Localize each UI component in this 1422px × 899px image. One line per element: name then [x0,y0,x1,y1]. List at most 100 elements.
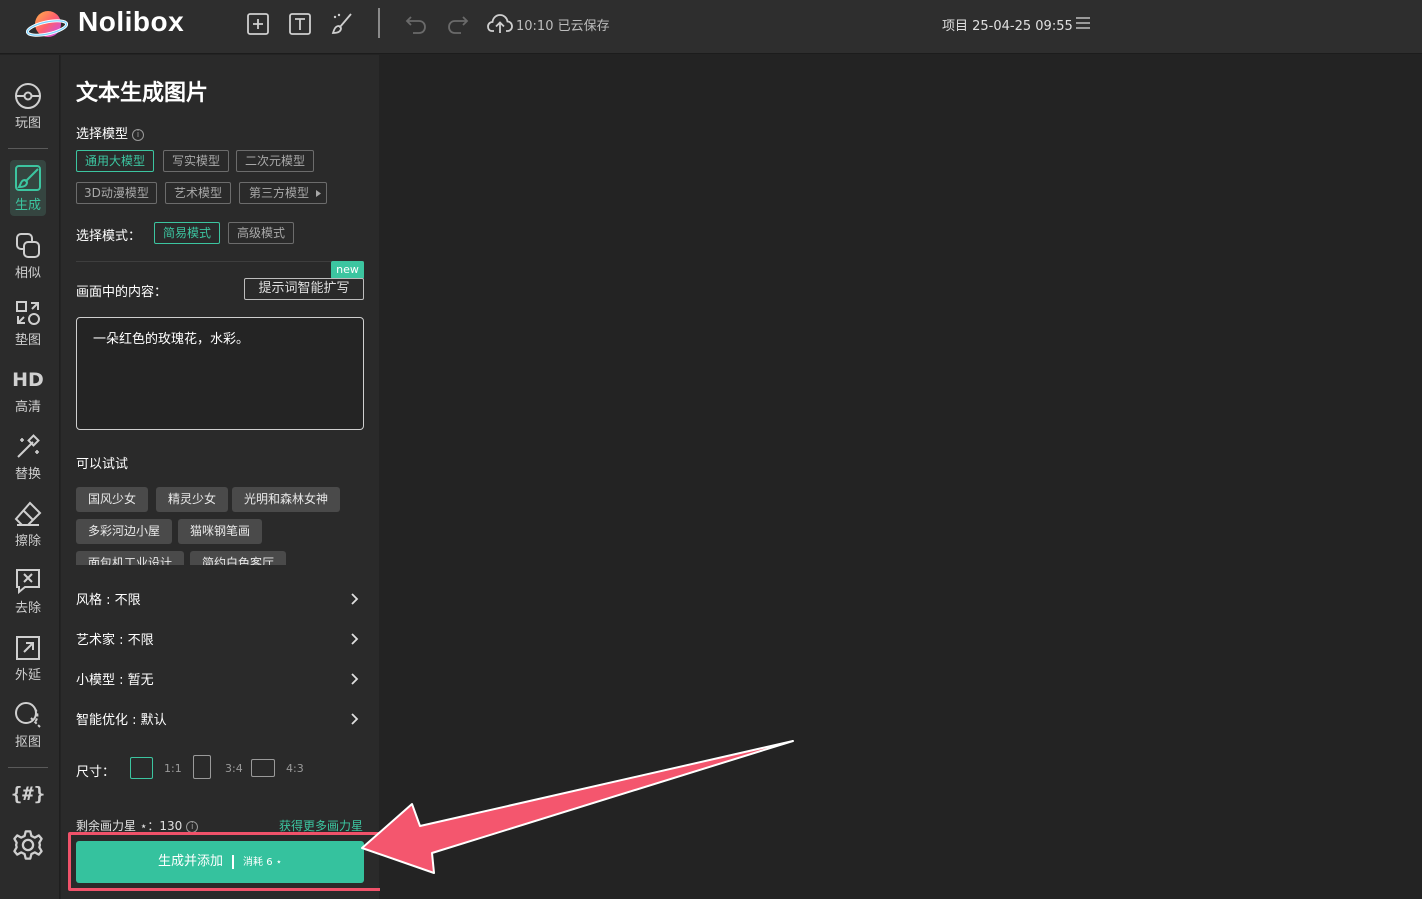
generate-label: 生成并添加 [158,854,224,869]
chevron-right-icon [351,673,359,685]
artist-row[interactable]: 艺术家 : 不限 [76,629,364,651]
artist-label: 艺术家 : 不限 [76,633,154,648]
add-text-icon[interactable] [287,11,313,37]
top-bar: Nolibox 10:10 已云保存 项目 25-04-25 09:55 [0,0,1422,54]
hd-icon: HD [12,369,44,391]
model-section-label: 选择模型 i [76,123,145,142]
redo-icon[interactable] [445,11,471,37]
tool-nav: 玩图 生成 相似 垫图 HD 高清 替换 擦除 去除 外延 抠图 {#} [0,55,60,899]
suggestion-chip[interactable]: 猫咪钢笔画 [178,519,262,544]
suggestion-chip[interactable]: 简约白色客厅 [190,551,286,565]
menu-icon[interactable] [1076,17,1090,29]
replace-wand-icon [17,434,40,458]
hashtag-icon: {#} [10,783,46,805]
size-option-1-1[interactable] [130,757,153,779]
nav-item-play[interactable]: 玩图 [8,81,48,137]
model-chip-third-party[interactable]: 第三方模型 [239,182,327,204]
chevron-right-icon [351,593,359,605]
generate-and-add-button[interactable]: 生成并添加 消耗 6 ⋆ [76,841,364,883]
chevron-right-icon [351,633,359,645]
panel-title: 文本生成图片 [76,81,209,106]
gear-icon [13,830,43,860]
nolibox-logo [26,11,68,37]
nav-item-settings[interactable] [8,828,48,862]
nav-item-pad[interactable]: 垫图 [8,298,48,354]
suggestion-chip[interactable]: 多彩河边小屋 [76,519,172,544]
nav-label: 抠图 [14,735,41,750]
suggestion-chip[interactable]: 面包机工业设计 [76,551,184,565]
model-chip-3d-anime[interactable]: 3D动漫模型 [76,182,157,204]
suggestion-chip[interactable]: 精灵少女 [156,487,228,512]
undo-icon[interactable] [403,11,429,37]
chevron-right-icon [351,713,359,725]
nav-label: 擦除 [14,534,41,549]
nav-item-erase[interactable]: 擦除 [8,499,48,555]
nav-divider [8,148,48,149]
nav-item-replace[interactable]: 替换 [8,432,48,488]
suggestion-chip[interactable]: 光明和森林女神 [232,487,340,512]
nav-item-hd[interactable]: HD 高清 [8,365,48,421]
nav-item-similar[interactable]: 相似 [8,231,48,287]
eraser-icon [14,501,42,526]
outpaint-icon [16,636,40,660]
cloud-upload-icon[interactable] [486,10,514,38]
info-icon[interactable]: i [132,128,145,141]
nav-label: 生成 [14,198,41,213]
similar-icon [16,233,40,258]
model-chip-realistic[interactable]: 写实模型 [163,150,229,172]
brand-name: Nolibox [78,6,185,37]
mode-label: 选择模式： [76,229,142,244]
divider [76,261,364,262]
smart-optimize-row[interactable]: 智能优化 : 默认 [76,709,364,731]
style-label: 风格 : 不限 [76,593,141,608]
prompt-input[interactable]: 一朵红色的玫瑰花，水彩。 [76,317,364,430]
size-label: 尺寸： [76,765,116,780]
third-party-label: 第三方模型 [248,186,309,200]
caret-right-icon [316,190,321,197]
size-label-3-4: 3:4 [225,762,243,775]
prompt-expand-button[interactable]: 提示词智能扩写 [244,278,364,300]
generate-brush-icon [15,165,41,191]
mode-chip-simple[interactable]: 简易模式 [154,222,220,244]
pad-image-icon [16,301,40,325]
nav-label: 替换 [14,467,41,482]
nav-label: 去除 [14,601,41,616]
generate-cost: 消耗 6 ⋆ [243,857,282,868]
play-image-icon [15,83,41,109]
suggestion-chip[interactable]: 国风少女 [76,487,148,512]
style-row[interactable]: 风格 : 不限 [76,589,364,611]
small-model-label: 小模型 : 暂无 [76,673,154,688]
mode-chip-advanced[interactable]: 高级模式 [228,222,294,244]
save-status: 10:10 已云保存 [516,19,610,34]
nav-item-outpaint[interactable]: 外延 [8,633,48,689]
model-chip-art[interactable]: 艺术模型 [165,182,231,204]
size-option-3-4[interactable] [193,755,211,779]
nav-divider [8,767,48,768]
project-title[interactable]: 项目 25-04-25 09:55 [942,15,1073,34]
new-badge: new [331,261,364,279]
generate-highlight-box: 生成并添加 消耗 6 ⋆ [68,832,386,891]
nav-item-prompt-tags[interactable]: {#} [8,783,48,813]
text-to-image-panel: 文本生成图片 选择模型 i 通用大模型 写实模型 二次元模型 3D动漫模型 艺术模… [61,55,386,899]
button-separator [232,854,235,869]
size-option-4-3[interactable] [251,759,275,777]
try-label: 可以试试 [76,457,129,472]
remove-icon [16,569,40,595]
suggestion-list: 国风少女 精灵少女 光明和森林女神 多彩河边小屋 猫咪钢笔画 面包机工业设计 简… [61,480,379,565]
nav-label: 玩图 [14,116,41,131]
nav-item-generate[interactable]: 生成 [10,160,46,216]
smart-optimize-label: 智能优化 : 默认 [76,713,167,728]
model-chip-anime[interactable]: 二次元模型 [236,150,314,172]
size-label-1-1: 1:1 [164,762,182,775]
nav-item-remove[interactable]: 去除 [8,566,48,622]
small-model-row[interactable]: 小模型 : 暂无 [76,669,364,691]
brush-tool-icon[interactable] [329,11,355,37]
add-frame-icon[interactable] [245,11,271,37]
size-label-4-3: 4:3 [286,762,304,775]
credits-text: 剩余画力星 ⋆：130 [76,819,183,833]
model-chip-general[interactable]: 通用大模型 [76,150,154,172]
nav-item-cutout[interactable]: 抠图 [8,700,48,756]
info-icon[interactable]: i [186,820,199,833]
model-label: 选择模型 [76,127,129,142]
content-label: 画面中的内容： [76,285,168,300]
